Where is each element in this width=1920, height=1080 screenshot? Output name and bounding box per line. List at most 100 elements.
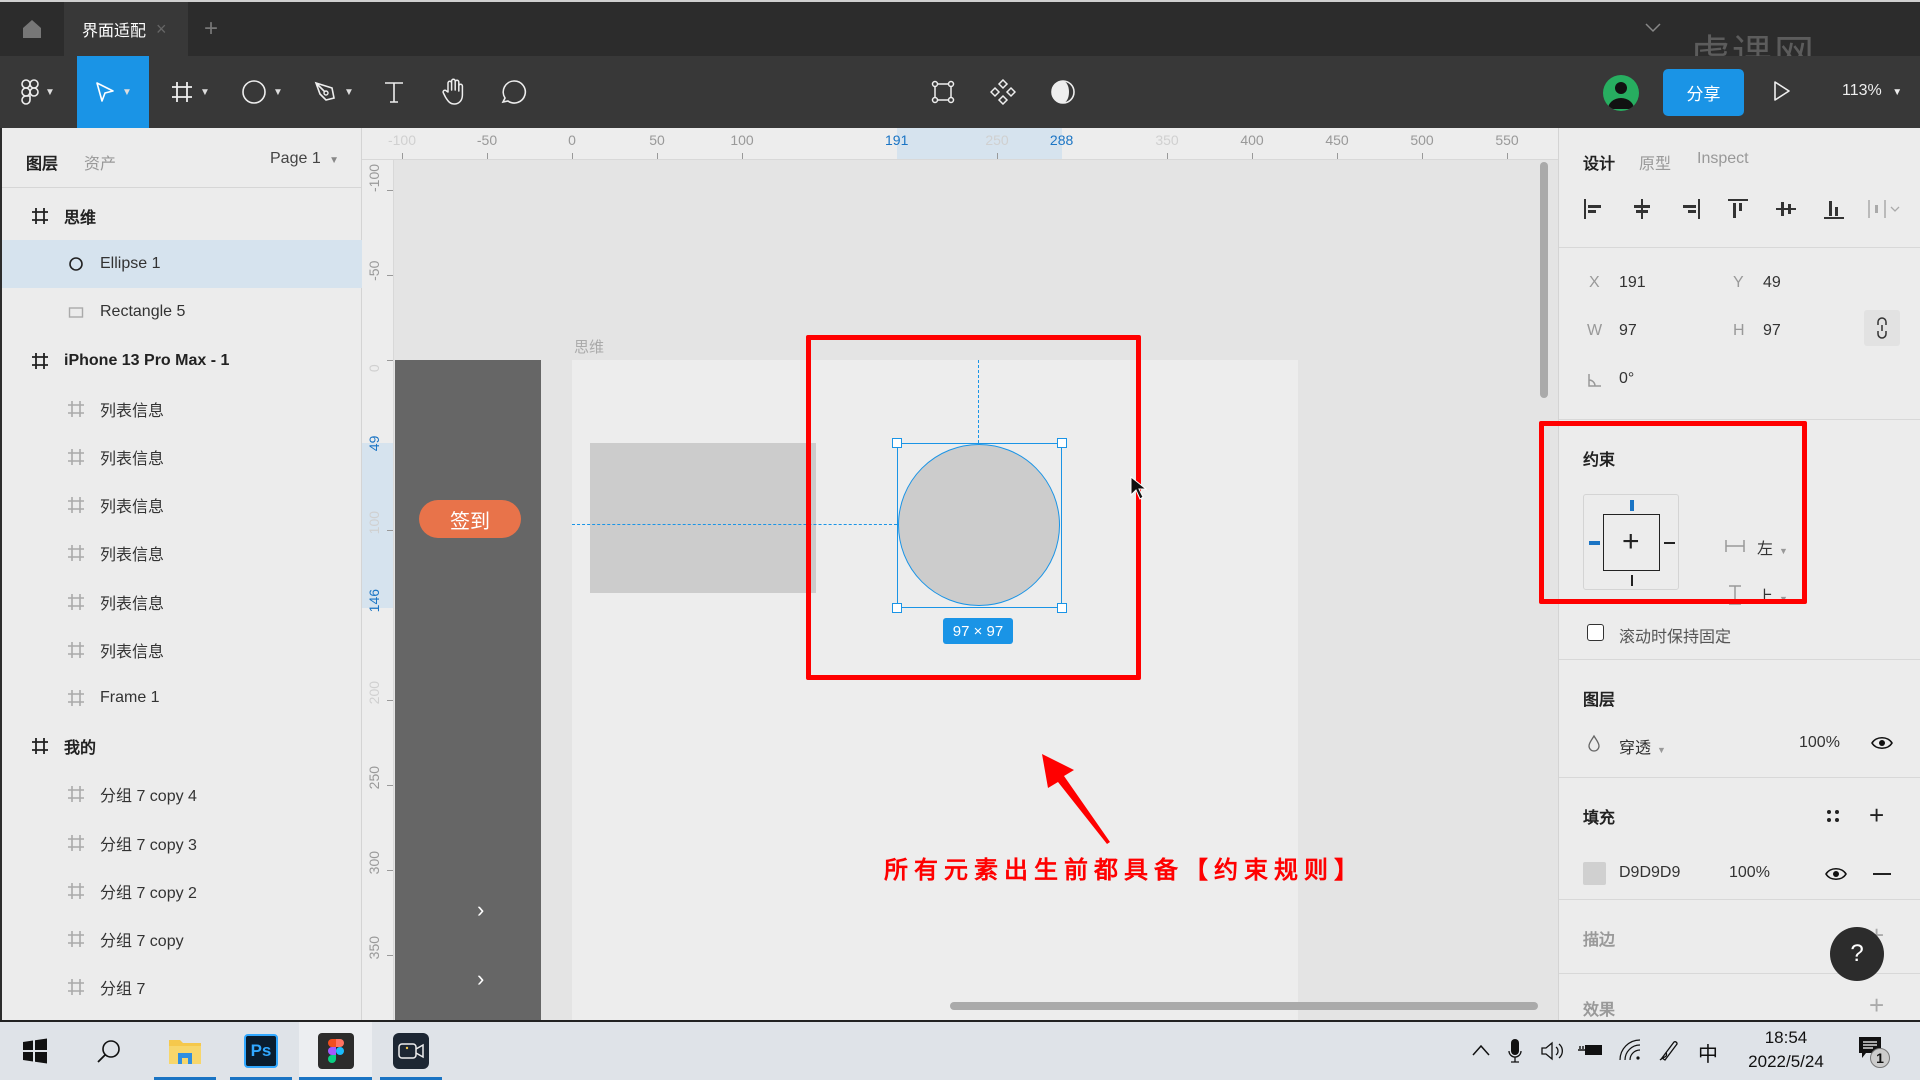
file-explorer-button[interactable] xyxy=(154,1022,216,1080)
chevron-down-icon[interactable] xyxy=(1645,20,1661,36)
home-button[interactable] xyxy=(0,2,64,56)
frame-label[interactable]: 思维 xyxy=(574,336,604,357)
y-input[interactable]: 49 xyxy=(1763,274,1781,292)
layer-item[interactable]: Ellipse 1 xyxy=(2,240,362,289)
main-menu-button[interactable]: ▼ xyxy=(12,56,64,128)
align-right-icon[interactable] xyxy=(1679,198,1701,220)
layer-item[interactable]: 分组 7 copy 2 xyxy=(2,867,362,915)
show-hidden-icons-chevron-up-icon[interactable] xyxy=(1472,1044,1490,1056)
microphone-icon[interactable] xyxy=(1508,1038,1522,1064)
ruler-tick-label: 550 xyxy=(1495,132,1519,148)
camera-app-button[interactable] xyxy=(380,1022,442,1080)
ellipse-tool-button[interactable]: ▼ xyxy=(234,56,290,128)
new-tab-button[interactable]: + xyxy=(196,2,226,56)
tab-prototype[interactable]: 原型 xyxy=(1639,150,1671,174)
layer-item[interactable]: 列表信息 xyxy=(2,626,362,674)
layer-item[interactable]: 分组 7 xyxy=(2,963,362,1011)
width-input[interactable]: 97 xyxy=(1619,322,1637,340)
style-grid-icon[interactable] xyxy=(1825,808,1841,824)
file-tab[interactable]: 界面适配 × xyxy=(64,2,188,56)
fill-color-swatch[interactable] xyxy=(1583,862,1606,885)
layer-item[interactable]: 列表信息 xyxy=(2,481,362,529)
horizontal-scrollbar[interactable] xyxy=(950,1002,1538,1010)
blend-mode-select[interactable]: 穿透 ▼ xyxy=(1619,734,1666,758)
add-effect-plus-icon[interactable]: + xyxy=(1869,992,1884,1018)
figma-taskbar-button[interactable] xyxy=(299,1022,372,1080)
component-button[interactable] xyxy=(982,56,1024,128)
tabs-align-section: 设计 原型 Inspect xyxy=(1559,128,1920,248)
ruler-tick-label: 400 xyxy=(1240,132,1264,148)
edit-object-icon xyxy=(931,80,955,104)
layer-opacity-input[interactable]: 100% xyxy=(1799,734,1840,752)
checkin-button[interactable]: 签到 xyxy=(419,500,521,538)
comment-tool-button[interactable] xyxy=(494,56,534,128)
frame-hash-icon xyxy=(66,448,86,466)
tab-inspect[interactable]: Inspect xyxy=(1697,150,1749,168)
eye-icon[interactable] xyxy=(1871,736,1893,750)
layer-item-label: 分组 7 copy 4 xyxy=(100,788,197,806)
search-button[interactable] xyxy=(78,1022,140,1080)
add-fill-plus-icon[interactable]: + xyxy=(1869,802,1884,828)
align-horizontal-center-icon[interactable] xyxy=(1631,198,1653,220)
help-button[interactable]: ? xyxy=(1830,927,1884,981)
height-input[interactable]: 97 xyxy=(1763,322,1781,340)
text-tool-button[interactable] xyxy=(376,56,412,128)
tab-design[interactable]: 设计 xyxy=(1583,150,1615,174)
rectangle-5[interactable] xyxy=(590,443,816,593)
layer-item[interactable]: 分组 7 copy xyxy=(2,915,362,963)
layer-item[interactable]: iPhone 13 Pro Max - 1 xyxy=(2,337,362,385)
layer-item[interactable]: Frame 1 xyxy=(2,674,362,722)
remove-fill-minus-icon[interactable] xyxy=(1873,873,1891,875)
notification-center-button[interactable]: 1 xyxy=(1858,1036,1894,1070)
pen-icon xyxy=(314,81,335,101)
share-button[interactable]: 分享 xyxy=(1663,69,1744,116)
fill-opacity-input[interactable]: 100% xyxy=(1729,864,1770,882)
align-left-icon[interactable] xyxy=(1583,198,1605,220)
layer-item[interactable]: 列表信息 xyxy=(2,578,362,626)
align-top-icon[interactable] xyxy=(1727,198,1749,220)
photoshop-button[interactable]: Ps xyxy=(230,1022,292,1080)
distribute-icon[interactable] xyxy=(1867,198,1903,220)
input-method-indicator[interactable]: 中 xyxy=(1698,1038,1718,1067)
phone-frame[interactable]: 签到 › › xyxy=(395,360,541,1020)
present-button[interactable] xyxy=(1772,80,1792,107)
layer-item[interactable]: Rectangle 5 xyxy=(2,288,362,336)
ruler-tick-label: 0 xyxy=(568,132,576,148)
contrast-button[interactable] xyxy=(1042,56,1084,128)
zoom-dropdown[interactable]: 113% ▼ xyxy=(1842,82,1902,100)
layer-item[interactable]: 分组 7 copy 4 xyxy=(2,770,362,818)
layer-item-label: 列表信息 xyxy=(100,499,165,517)
x-input[interactable]: 191 xyxy=(1619,274,1646,292)
start-button[interactable] xyxy=(4,1022,66,1080)
constrain-proportions-button[interactable] xyxy=(1864,310,1900,346)
tab-assets[interactable]: 资产 xyxy=(84,150,116,174)
layer-item[interactable]: 列表信息 xyxy=(2,529,362,577)
edit-object-button[interactable] xyxy=(922,56,964,128)
clock[interactable]: 18:54 2022/5/24 xyxy=(1740,1026,1832,1074)
align-bottom-icon[interactable] xyxy=(1823,198,1845,220)
layer-item[interactable]: 列表信息 xyxy=(2,385,362,433)
tab-layers[interactable]: 图层 xyxy=(26,150,58,174)
fill-hex-input[interactable]: D9D9D9 xyxy=(1619,864,1680,882)
design-canvas[interactable]: 签到 › › 思维 97 × 97 所有元素出生前都具备【约束规则】 xyxy=(394,160,1558,1020)
close-tab-icon[interactable]: × xyxy=(156,19,167,40)
rotation-input[interactable]: 0° xyxy=(1619,370,1634,388)
layer-item[interactable]: 思维 xyxy=(2,192,362,240)
wifi-icon[interactable] xyxy=(1618,1038,1642,1062)
pen-input-icon[interactable] xyxy=(1656,1038,1680,1062)
pen-tool-button[interactable]: ▼ xyxy=(306,56,362,128)
user-avatar[interactable] xyxy=(1603,75,1639,111)
fixed-on-scroll-checkbox[interactable] xyxy=(1587,624,1604,641)
eye-icon[interactable] xyxy=(1825,867,1847,881)
layer-item[interactable]: 我的 xyxy=(2,722,362,770)
battery-icon[interactable] xyxy=(1578,1042,1604,1058)
volume-icon[interactable] xyxy=(1540,1040,1566,1062)
layer-item[interactable]: 列表信息 xyxy=(2,433,362,481)
align-vertical-center-icon[interactable] xyxy=(1775,198,1797,220)
frame-tool-button[interactable]: ▼ xyxy=(162,56,218,128)
vertical-scrollbar[interactable] xyxy=(1540,162,1548,398)
hand-tool-button[interactable] xyxy=(434,56,474,128)
layer-item[interactable]: 分组 7 copy 3 xyxy=(2,819,362,867)
page-selector[interactable]: Page 1 ▼ xyxy=(270,150,339,168)
move-tool-button[interactable]: ▼ xyxy=(77,56,149,128)
